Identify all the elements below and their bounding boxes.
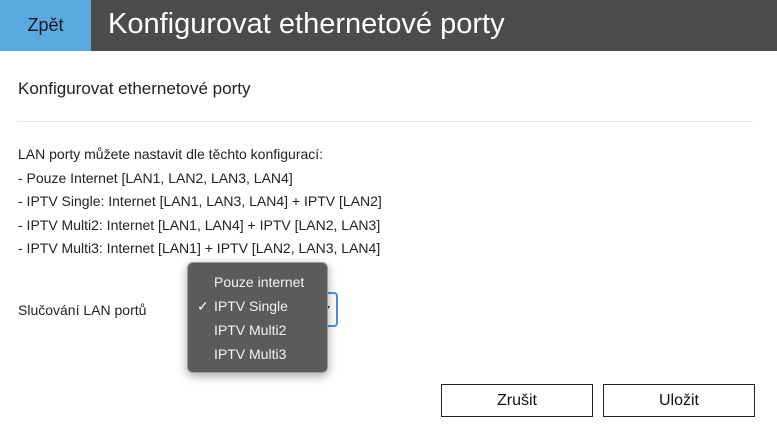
option-label: IPTV Multi2 [214, 322, 287, 338]
description-line: LAN porty můžete nastavit dle těchto kon… [18, 146, 324, 162]
description-line: - Pouze Internet [LAN1, LAN2, LAN3, LAN4… [18, 169, 293, 186]
option-label: IPTV Single [214, 298, 288, 314]
option-label: Pouze internet [214, 274, 305, 290]
description-line: - IPTV Multi3: Internet [LAN1] + IPTV [L… [18, 240, 381, 256]
lan-aggregation-label: Slučování LAN portů [18, 302, 147, 318]
dropdown-option-iptv-multi3[interactable]: IPTV Multi3 [188, 342, 327, 366]
lan-aggregation-dropdown: Pouze internet ✓ IPTV Single IPTV Multi2… [187, 262, 328, 373]
save-button[interactable]: Uložit [603, 384, 755, 417]
back-button[interactable]: Zpět [0, 0, 91, 51]
section-title: Konfigurovat ethernetové porty [18, 79, 251, 98]
checkmark-icon: ✓ [197, 298, 209, 314]
option-label: IPTV Multi3 [214, 346, 287, 362]
description-line: - IPTV Single: Internet [LAN1, LAN3, LAN… [18, 193, 382, 209]
page-title: Konfigurovat ethernetové porty [108, 8, 505, 40]
dropdown-option-iptv-single[interactable]: ✓ IPTV Single [188, 294, 327, 318]
dropdown-option-iptv-multi2[interactable]: IPTV Multi2 [188, 318, 327, 342]
description-text: LAN porty můžete nastavit dle těchto kon… [18, 143, 382, 261]
divider [18, 121, 753, 122]
cancel-button[interactable]: Zrušit [441, 384, 593, 417]
dropdown-option-pouze-internet[interactable]: Pouze internet [188, 270, 327, 294]
top-bar: Zpět Konfigurovat ethernetové porty [0, 0, 777, 51]
description-line: - IPTV Multi2: Internet [LAN1, LAN4] + I… [18, 216, 381, 233]
